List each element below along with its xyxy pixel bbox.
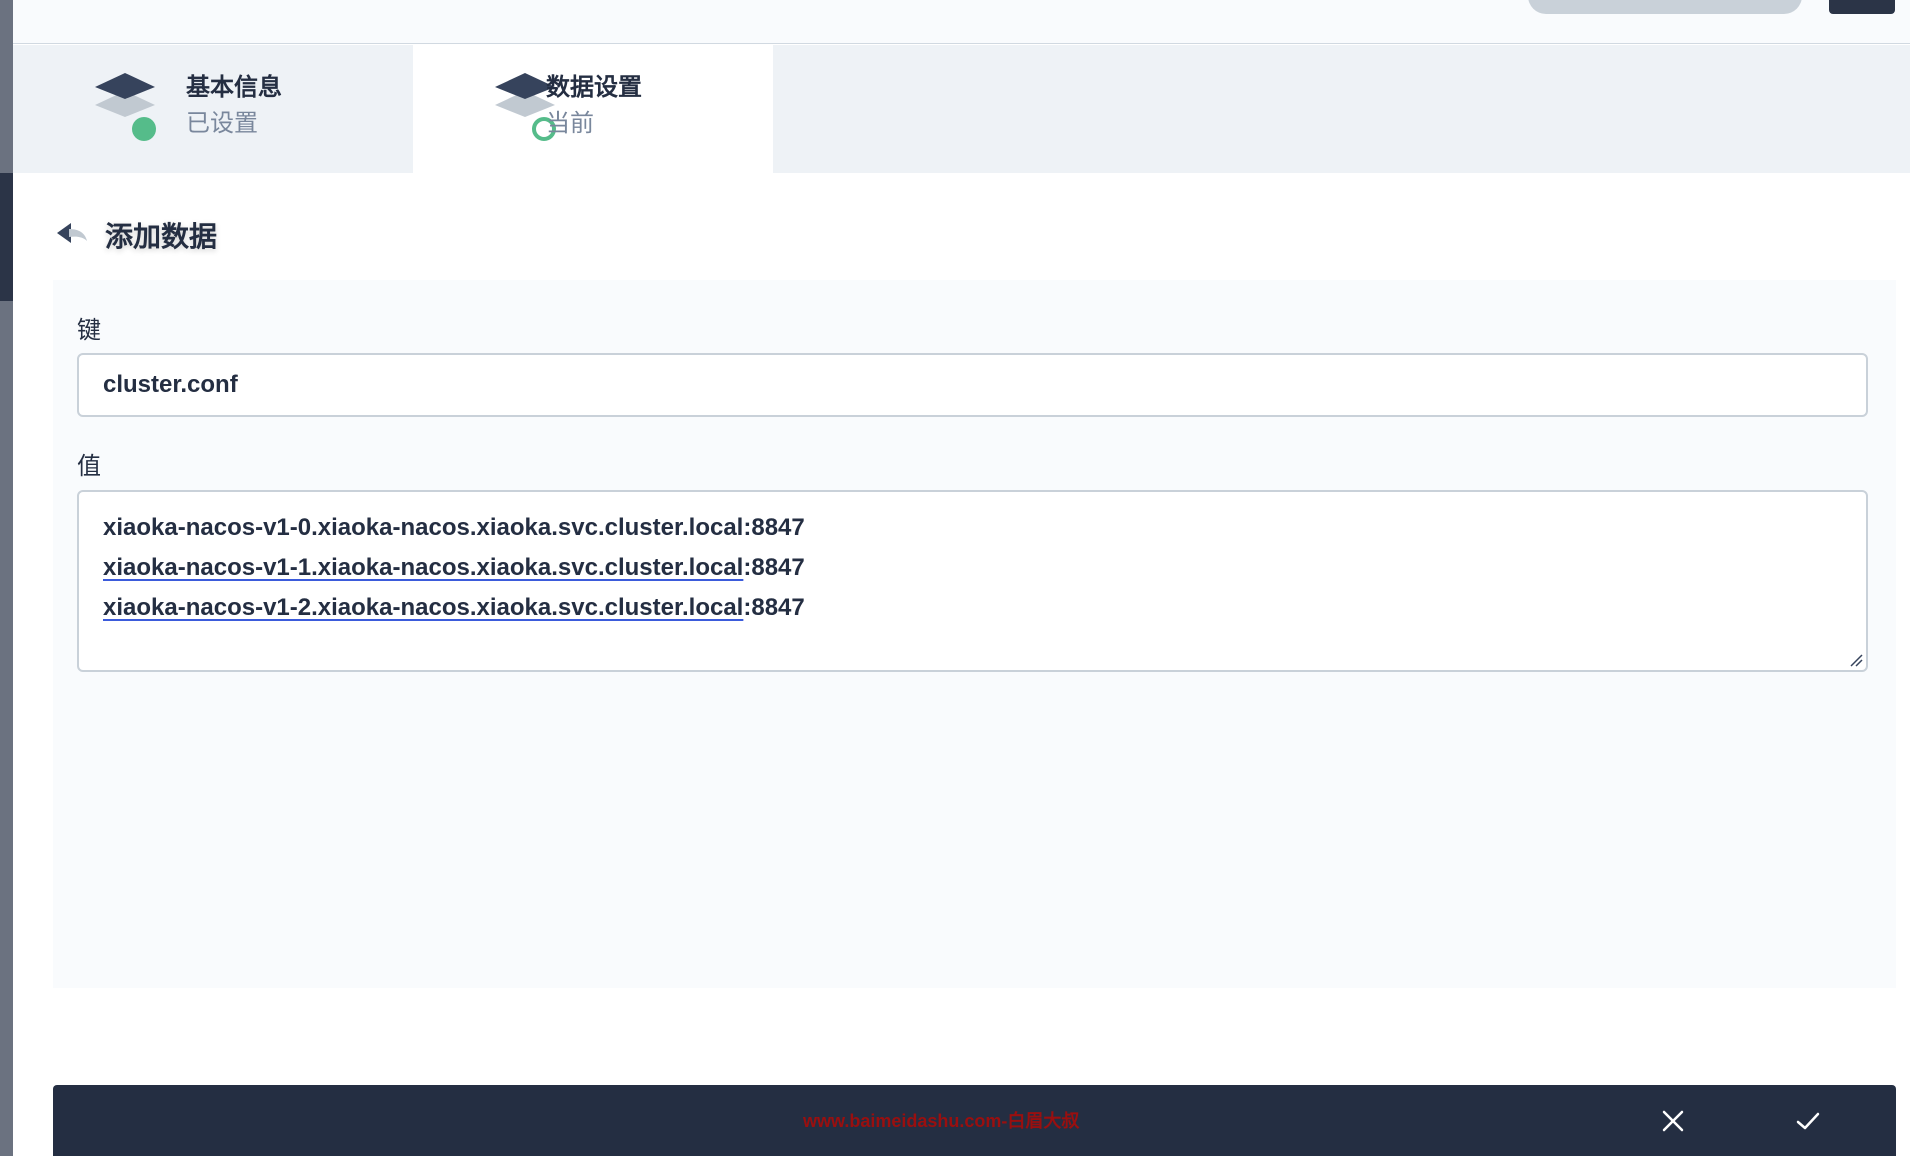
modal-dialog: 基本信息 已设置 数据设置 当前 添加数据 键 值 xiaoka: [13, 0, 1910, 1156]
tab-title: 数据设置: [546, 74, 642, 101]
value-line-port: :8847: [743, 554, 805, 581]
value-line: xiaoka-nacos-v1-0.xiaoka-nacos.xiaoka.sv…: [103, 508, 1842, 548]
value-label: 值: [77, 453, 101, 480]
value-line: xiaoka-nacos-v1-2.xiaoka-nacos.xiaoka.sv…: [103, 588, 1842, 628]
form-panel: 键 值 xiaoka-nacos-v1-0.xiaoka-nacos.xiaok…: [53, 280, 1896, 988]
value-line-host: xiaoka-nacos-v1-0.xiaoka-nacos.xiaoka.sv…: [103, 514, 744, 541]
background-sidebar-fragment: [0, 173, 13, 301]
cancel-button[interactable]: [1633, 1085, 1713, 1156]
tab-status: 当前: [546, 110, 594, 137]
tab-data-settings[interactable]: 数据设置 当前: [413, 45, 773, 173]
resize-handle-icon[interactable]: [1849, 653, 1863, 667]
top-pill-button[interactable]: [1528, 0, 1802, 14]
tab-basic-info[interactable]: 基本信息 已设置: [13, 45, 413, 173]
close-icon: [1662, 1110, 1684, 1131]
watermark-text: www.baimeidashu.com-白眉大叔: [803, 1111, 1080, 1131]
value-line-port: :8847: [743, 514, 805, 541]
check-icon: [1796, 1112, 1820, 1129]
key-label: 键: [77, 317, 101, 344]
dialog-footer: www.baimeidashu.com-白眉大叔: [53, 1085, 1896, 1156]
tab-title: 基本信息: [186, 74, 282, 101]
step-tabs: 基本信息 已设置 数据设置 当前: [13, 45, 1910, 173]
value-line-port: :8847: [743, 594, 805, 621]
key-input[interactable]: [77, 353, 1868, 417]
value-line-host: xiaoka-nacos-v1-2.xiaoka-nacos.xiaoka.sv…: [103, 594, 744, 621]
section-header: 添加数据: [53, 210, 217, 260]
top-dark-button[interactable]: [1829, 0, 1895, 14]
value-line: xiaoka-nacos-v1-1.xiaoka-nacos.xiaoka.sv…: [103, 548, 1842, 588]
section-title: 添加数据: [105, 221, 218, 252]
value-line-host: xiaoka-nacos-v1-1.xiaoka-nacos.xiaoka.sv…: [103, 554, 744, 581]
layers-done-icon: [95, 73, 156, 141]
tab-status: 已设置: [186, 110, 258, 137]
dialog-top-bar: [13, 0, 1910, 44]
value-textarea[interactable]: xiaoka-nacos-v1-0.xiaoka-nacos.xiaoka.sv…: [77, 490, 1868, 672]
confirm-button[interactable]: [1768, 1085, 1848, 1156]
back-arrow-icon[interactable]: [53, 215, 93, 255]
